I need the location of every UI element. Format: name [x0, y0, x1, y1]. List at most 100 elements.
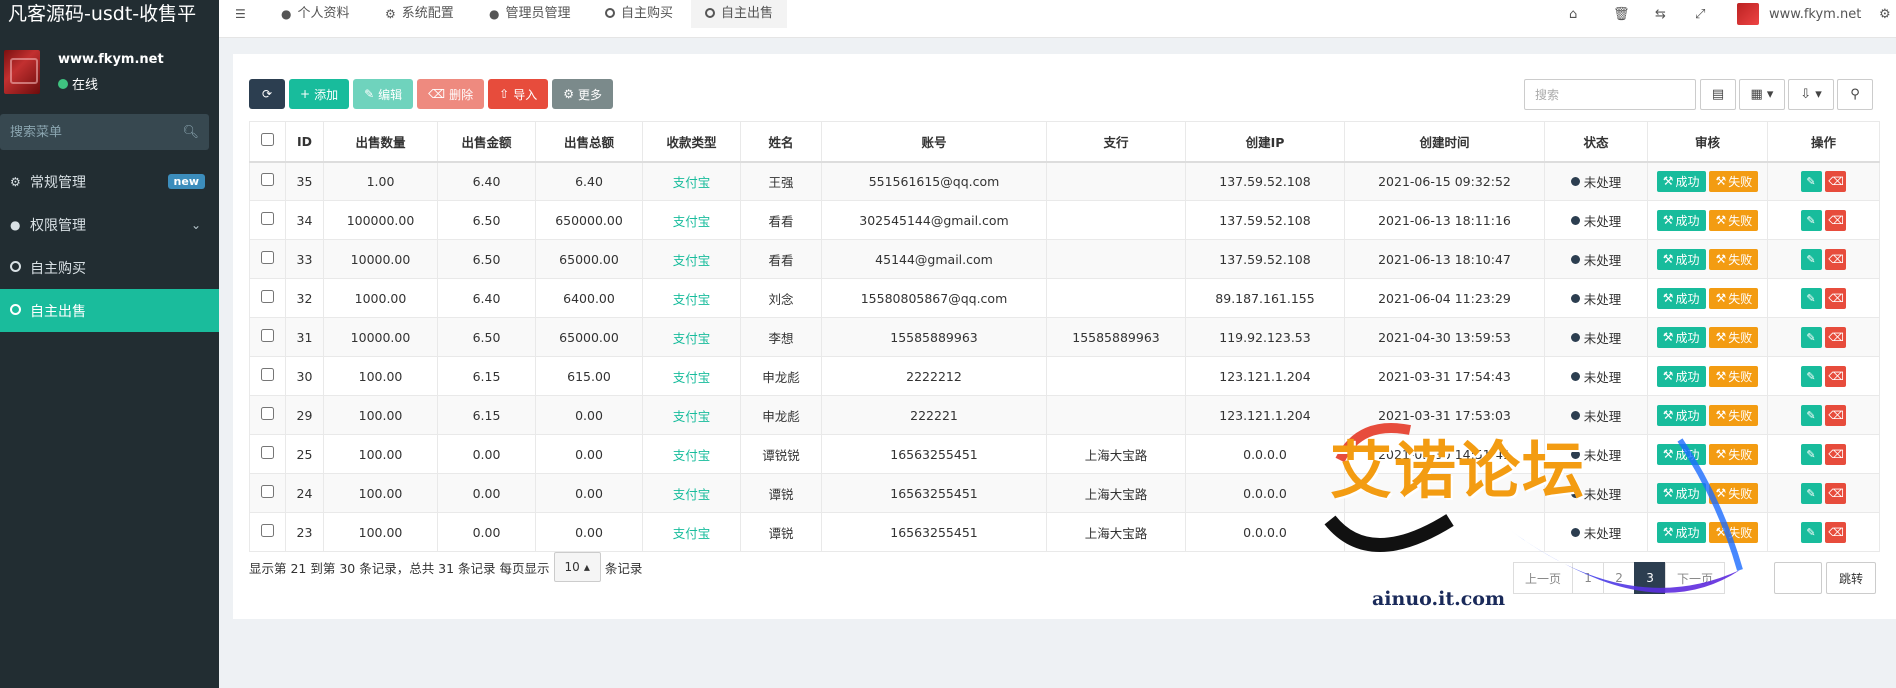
advanced-search-button[interactable]: ⚲ [1837, 79, 1873, 110]
search-icon[interactable]: 🔍︎ [182, 125, 199, 140]
row-checkbox[interactable] [261, 368, 274, 381]
row-delete-button[interactable]: ⌫ [1825, 209, 1847, 231]
row-edit-button[interactable]: ✎ [1800, 326, 1822, 348]
reject-button[interactable]: ⚒ 失败 [1709, 326, 1759, 348]
tab-self-sell[interactable]: 自主出售 [691, 0, 788, 28]
tab-config[interactable]: ⚙ 系统配置 [385, 0, 454, 28]
jump-button[interactable]: 跳转 [1826, 562, 1876, 594]
table-row[interactable]: 23 100.00 0.00 0.00 支付宝 谭锐 16563255451 上海大宝路 0.0… [249, 512, 1880, 552]
column-header[interactable]: 出售数量 [323, 121, 438, 163]
table-row[interactable]: 35 1.00 6.40 6.40 支付宝 王强 551561615@qq.com 137.5… [249, 161, 1880, 201]
column-header[interactable]: 状态 [1544, 121, 1648, 163]
approve-button[interactable]: ⚒ 成功 [1656, 443, 1706, 465]
reject-button[interactable]: ⚒ 失败 [1709, 248, 1759, 270]
column-header[interactable]: ID [285, 121, 324, 163]
sidebar-item-permissions[interactable]: ● 权限管理 ⌄ [0, 203, 219, 246]
approve-button[interactable]: ⚒ 成功 [1656, 287, 1706, 309]
columns-button[interactable]: ▦ ▾ [1739, 79, 1785, 110]
table-row[interactable]: 25 100.00 0.00 0.00 支付宝 谭锐锐 16563255451 上海大宝路 0.… [249, 434, 1880, 474]
row-edit-button[interactable]: ✎ [1800, 521, 1822, 543]
table-row[interactable]: 24 100.00 0.00 0.00 支付宝 谭锐 16563255451 上海大宝路 0.0… [249, 473, 1880, 513]
column-header[interactable]: 出售金额 [437, 121, 536, 163]
table-row[interactable]: 33 10000.00 6.50 65000.00 支付宝 看看 45144@gmail.c… [249, 239, 1880, 279]
row-delete-button[interactable]: ⌫ [1825, 404, 1847, 426]
toggle-view-button[interactable]: ▤ [1700, 79, 1736, 110]
sidebar-item-self-sell[interactable]: 自主出售 [0, 289, 219, 332]
reject-button[interactable]: ⚒ 失败 [1709, 443, 1759, 465]
tab-self-buy[interactable]: 自主购买 [605, 0, 673, 28]
row-edit-button[interactable]: ✎ [1800, 248, 1822, 270]
row-checkbox[interactable] [261, 407, 274, 420]
refresh-button[interactable]: ⟳ [249, 79, 285, 109]
page-3-button[interactable]: 3 [1634, 562, 1667, 594]
row-edit-button[interactable]: ✎ [1800, 287, 1822, 309]
edit-button[interactable]: ✎ 编辑 [353, 79, 414, 109]
row-checkbox[interactable] [261, 290, 274, 303]
table-row[interactable]: 30 100.00 6.15 615.00 支付宝 申龙彪 2222212 123.121.1… [249, 356, 1880, 396]
reject-button[interactable]: ⚒ 失败 [1709, 521, 1759, 543]
sidebar-search-input[interactable] [10, 124, 183, 140]
row-edit-button[interactable]: ✎ [1800, 482, 1822, 504]
gears-icon[interactable]: ⚙ [1879, 0, 1891, 28]
column-header[interactable]: 账号 [821, 121, 1047, 163]
reject-button[interactable]: ⚒ 失败 [1709, 482, 1759, 504]
more-button[interactable]: ⚙ 更多 [552, 79, 613, 109]
import-button[interactable]: ⇧ 导入 [488, 79, 549, 109]
reject-button[interactable]: ⚒ 失败 [1709, 170, 1759, 192]
home-icon[interactable]: ⌂ [1569, 0, 1577, 28]
column-header[interactable]: 支行 [1046, 121, 1186, 163]
sidebar-item-self-buy[interactable]: 自主购买 [0, 246, 219, 289]
row-checkbox[interactable] [261, 173, 274, 187]
user-menu[interactable]: www.fkym.net [1737, 0, 1861, 28]
row-delete-button[interactable]: ⌫ [1825, 248, 1847, 270]
reject-button[interactable]: ⚒ 失败 [1709, 365, 1759, 387]
table-row[interactable]: 29 100.00 6.15 0.00 支付宝 申龙彪 222221 123.121.1.20… [249, 395, 1880, 435]
row-edit-button[interactable]: ✎ [1800, 443, 1822, 465]
column-header[interactable]: 姓名 [740, 121, 822, 163]
row-edit-button[interactable]: ✎ [1800, 404, 1822, 426]
approve-button[interactable]: ⚒ 成功 [1656, 365, 1706, 387]
column-header[interactable]: 收款类型 [642, 121, 741, 163]
row-checkbox[interactable] [261, 251, 274, 264]
sidebar-toggle[interactable]: ☰ [235, 0, 246, 28]
row-edit-button[interactable]: ✎ [1800, 365, 1822, 387]
row-checkbox[interactable] [261, 212, 274, 225]
column-header[interactable]: 操作 [1767, 121, 1880, 163]
next-page-button[interactable]: 下一页 [1665, 562, 1726, 594]
trash-icon[interactable]: 🗑︎ [1613, 0, 1630, 28]
sidebar-item-general[interactable]: ⚙ 常规管理 new [0, 160, 219, 203]
approve-button[interactable]: ⚒ 成功 [1656, 521, 1706, 543]
approve-button[interactable]: ⚒ 成功 [1656, 209, 1706, 231]
select-all-checkbox[interactable] [261, 133, 274, 147]
page-2-button[interactable]: 2 [1603, 562, 1636, 594]
approve-button[interactable]: ⚒ 成功 [1656, 248, 1706, 270]
row-delete-button[interactable]: ⌫ [1825, 326, 1847, 348]
page-1-button[interactable]: 1 [1572, 562, 1605, 594]
table-row[interactable]: 34 100000.00 6.50 650000.00 支付宝 看看 302545144@g… [249, 200, 1880, 240]
column-header[interactable]: 出售总额 [535, 121, 643, 163]
page-size-dropdown[interactable]: 10 ▴ [553, 552, 601, 582]
app-title[interactable]: 凡客源码-usdt-收售平 [0, 0, 219, 38]
reject-button[interactable]: ⚒ 失败 [1709, 209, 1759, 231]
add-button[interactable]: + 添加 [289, 79, 350, 109]
row-checkbox[interactable] [261, 524, 274, 537]
row-edit-button[interactable]: ✎ [1800, 170, 1822, 192]
row-delete-button[interactable]: ⌫ [1825, 170, 1847, 192]
jump-page-input[interactable] [1774, 562, 1822, 594]
reject-button[interactable]: ⚒ 失败 [1709, 287, 1759, 309]
table-row[interactable]: 31 10000.00 6.50 65000.00 支付宝 李想 15585889963 15… [249, 317, 1880, 357]
export-button[interactable]: ⇩ ▾ [1788, 79, 1834, 110]
row-checkbox[interactable] [261, 485, 274, 498]
column-header[interactable]: 创建IP [1185, 121, 1345, 163]
fullscreen-icon[interactable]: ⤢ [1695, 0, 1705, 28]
delete-button[interactable]: ⌫ 删除 [417, 79, 485, 109]
row-delete-button[interactable]: ⌫ [1825, 287, 1847, 309]
prev-page-button[interactable]: 上一页 [1513, 562, 1574, 594]
row-delete-button[interactable]: ⌫ [1825, 365, 1847, 387]
row-delete-button[interactable]: ⌫ [1825, 443, 1847, 465]
approve-button[interactable]: ⚒ 成功 [1656, 404, 1706, 426]
search-input[interactable] [1524, 79, 1696, 110]
row-delete-button[interactable]: ⌫ [1825, 482, 1847, 504]
row-checkbox[interactable] [261, 329, 274, 342]
column-header[interactable]: 审核 [1647, 121, 1768, 163]
